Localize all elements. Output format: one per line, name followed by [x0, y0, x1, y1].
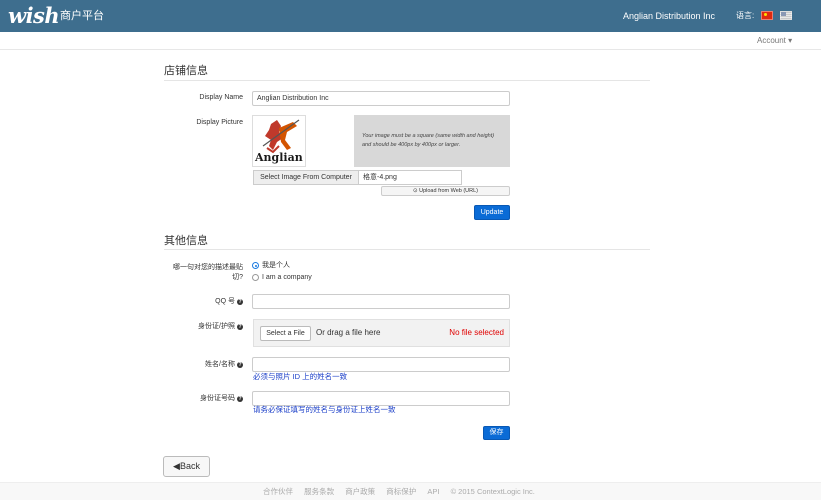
footer-link-trademark[interactable]: 商标保护 [386, 487, 416, 496]
footer-copyright: © 2015 ContextLogic Inc. [450, 487, 535, 496]
platform-subtitle: 商户平台 [60, 10, 104, 22]
info-icon[interactable]: ? [237, 396, 243, 402]
id-photo-dropzone[interactable]: Select a File Or drag a file here No fil… [253, 319, 510, 347]
info-icon[interactable]: ? [237, 324, 243, 330]
display-picture-preview: Anglian [252, 115, 306, 167]
back-button[interactable]: ◀Back [163, 456, 210, 477]
id-number-label: 身份证号码? [180, 394, 243, 404]
select-file-button[interactable]: Select a File [260, 326, 311, 341]
footer-link-partners[interactable]: 合作伙伴 [263, 487, 293, 496]
picture-logo-text: Anglian [255, 151, 303, 164]
language-label: 语言: [736, 11, 755, 20]
name-input[interactable] [252, 357, 510, 372]
qq-label-text: QQ 号 [215, 298, 235, 305]
radio-individual[interactable] [252, 262, 259, 269]
merchant-name[interactable]: Anglian Distribution Inc [623, 10, 715, 22]
radio-individual-label: 我是个人 [262, 262, 290, 269]
qq-input[interactable] [252, 294, 510, 309]
footer-link-api[interactable]: API [427, 487, 439, 496]
selected-filename: 格意-4.png [359, 170, 462, 185]
upload-from-web-button[interactable]: ⊙ Upload from Web (URL) [381, 186, 510, 196]
display-picture-label: Display Picture [196, 119, 243, 126]
info-icon[interactable]: ? [237, 299, 243, 305]
upload-from-web-label: Upload from Web (URL) [419, 188, 479, 194]
name-label: 姓名/名称? [180, 360, 243, 370]
display-name-input[interactable]: Anglian Distribution Inc [252, 91, 510, 106]
section-divider [164, 249, 650, 250]
id-number-input[interactable] [252, 391, 510, 406]
radio-company-label: I am a company [262, 274, 312, 281]
id-number-hint: 请务必保证填写的姓名与身份证上姓名一致 [253, 405, 396, 414]
id-photo-label: 身份证/护照? [180, 322, 243, 332]
footer-links: 合作伙伴 服务条款 商户政策 商标保护 API © 2015 ContextLo… [263, 487, 544, 497]
account-dropdown[interactable]: Account ▾ [757, 35, 792, 46]
footer-link-terms[interactable]: 服务条款 [304, 487, 334, 496]
name-label-text: 姓名/名称 [205, 361, 235, 368]
picture-requirements-note: Your image must be a square (same width … [354, 115, 510, 167]
display-name-label: Display Name [199, 94, 243, 101]
info-icon[interactable]: ? [237, 362, 243, 368]
save-button[interactable]: 保存 [483, 426, 510, 440]
qq-label: QQ 号? [180, 297, 243, 307]
radio-company[interactable] [252, 274, 259, 281]
cn-flag-icon[interactable] [761, 11, 773, 20]
section-divider [164, 80, 650, 81]
name-hint: 必须与照片 ID 上的姓名一致 [253, 372, 348, 381]
drag-file-text: Or drag a file here [316, 328, 381, 337]
picture-note-text: Your image must be a square (same width … [362, 133, 495, 148]
footer-link-policy[interactable]: 商户政策 [345, 487, 375, 496]
account-bar: Account ▾ [0, 32, 821, 50]
id-number-label-text: 身份证号码 [200, 395, 235, 402]
top-navbar: wish 商户平台 Anglian Distribution Inc 语言: [0, 0, 821, 32]
wish-logo[interactable]: wish [8, 4, 60, 28]
describe-label: 哪一句对您的描述最贴切? [173, 264, 243, 281]
other-info-title: 其他信息 [164, 235, 208, 247]
select-image-button[interactable]: Select Image From Computer [253, 170, 359, 185]
store-info-title: 店铺信息 [164, 65, 208, 77]
knight-logo-icon [262, 119, 300, 154]
footer: 合作伙伴 服务条款 商户政策 商标保护 API © 2015 ContextLo… [0, 482, 821, 500]
no-file-status: No file selected [449, 328, 504, 337]
update-button[interactable]: Update [474, 205, 510, 220]
us-flag-icon[interactable] [780, 11, 792, 20]
id-photo-label-text: 身份证/护照 [198, 323, 235, 330]
